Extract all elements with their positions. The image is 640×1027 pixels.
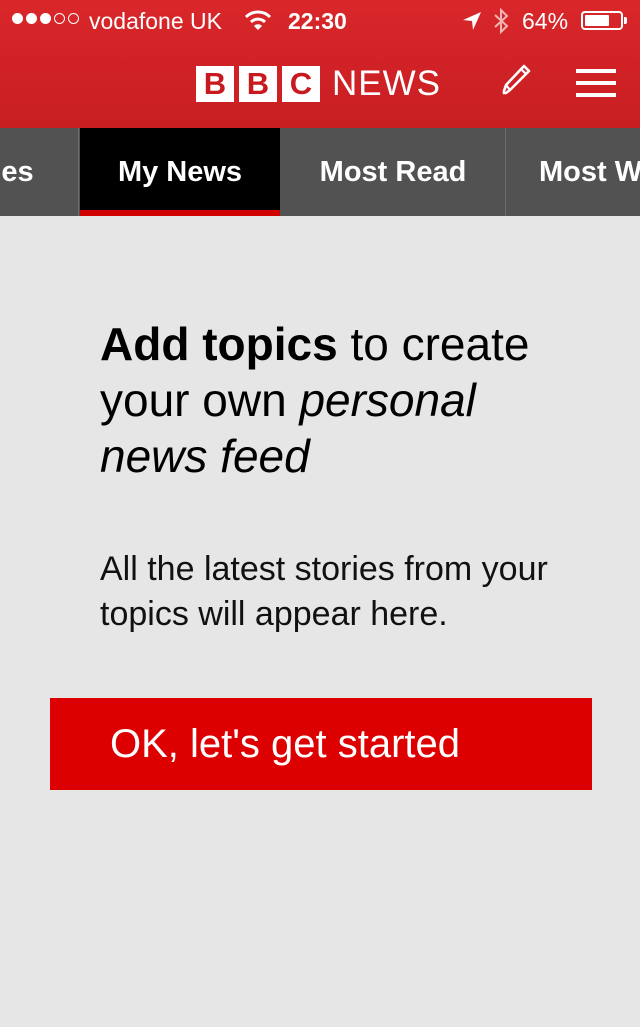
tab-most-watched[interactable]: Most W xyxy=(507,128,640,216)
pencil-icon[interactable] xyxy=(496,60,536,100)
tab-most-read[interactable]: Most Read xyxy=(281,128,506,216)
status-bar: vodafone UK 22:30 64% xyxy=(0,0,640,42)
get-started-button[interactable]: OK, let's get started xyxy=(50,698,592,790)
hamburger-menu-icon[interactable] xyxy=(574,66,618,100)
tab-label: Most Read xyxy=(319,156,467,188)
section-tabs: ries My News Most Read Most W xyxy=(0,128,640,216)
status-time: 22:30 xyxy=(288,8,347,34)
location-arrow-icon xyxy=(463,12,481,30)
bluetooth-icon xyxy=(494,7,509,35)
carrier-name: vodafone UK xyxy=(89,8,222,34)
app-header: vodafone UK 22:30 64% B B C NEWS xyxy=(0,0,640,128)
tab-my-news[interactable]: My News xyxy=(80,128,280,216)
headline-bold: Add topics xyxy=(100,318,338,370)
tab-label: Most W xyxy=(539,156,640,188)
logo-letter-c: C xyxy=(282,66,320,102)
battery-icon xyxy=(581,11,627,30)
empty-state-headline: Add topics to create your own personal n… xyxy=(100,316,580,484)
empty-state-description: All the latest stories from your topics … xyxy=(100,550,548,633)
battery-percent: 64% xyxy=(522,8,569,34)
bbc-news-logo[interactable]: B B C NEWS xyxy=(196,66,441,102)
tab-label: My News xyxy=(117,156,243,188)
logo-letter-b2: B xyxy=(239,66,277,102)
tab-label: ries xyxy=(0,156,34,188)
signal-strength-icon xyxy=(12,13,79,24)
logo-letter-b1: B xyxy=(196,66,234,102)
wifi-icon xyxy=(244,10,272,30)
tab-top-stories[interactable]: ries xyxy=(0,128,79,216)
logo-word-news: NEWS xyxy=(332,64,441,103)
